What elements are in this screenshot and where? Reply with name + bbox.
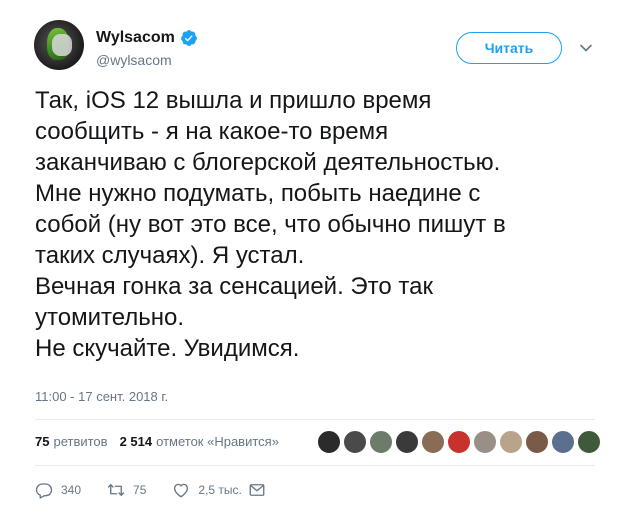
liker-avatars <box>317 430 603 454</box>
liker-avatar[interactable] <box>369 430 393 454</box>
liker-avatar[interactable] <box>395 430 419 454</box>
liker-avatar[interactable] <box>447 430 471 454</box>
reply-count: 340 <box>61 483 82 497</box>
retweet-button[interactable]: 75 <box>107 481 146 499</box>
retweets-stat[interactable]: 75 ретвитов <box>35 434 108 449</box>
liker-avatar[interactable] <box>499 430 523 454</box>
likes-label: отметок «Нравится» <box>156 434 279 449</box>
envelope-icon <box>249 484 265 496</box>
retweet-count: 75 <box>133 483 147 497</box>
reply-icon <box>35 483 53 499</box>
liker-avatar[interactable] <box>551 430 575 454</box>
retweets-count: 75 <box>35 434 50 449</box>
liker-avatar[interactable] <box>421 430 445 454</box>
tweet-actions: 340 75 2,5 тыс. <box>35 481 274 499</box>
like-button[interactable]: 2,5 тыс. <box>172 481 242 499</box>
tweet-text: Так, iOS 12 вышла и пришло время сообщит… <box>35 87 506 362</box>
author-name-row[interactable]: Wylsacom <box>96 29 198 47</box>
author-display-name[interactable]: Wylsacom <box>96 29 175 47</box>
liker-avatar[interactable] <box>317 430 341 454</box>
verified-badge-icon <box>180 30 197 46</box>
divider <box>35 419 595 420</box>
likes-stat[interactable]: 2 514 отметок «Нравится» <box>120 434 279 449</box>
avatar-hand <box>52 34 72 56</box>
reply-button[interactable]: 340 <box>35 481 81 499</box>
retweets-label: ретвитов <box>53 434 108 449</box>
tweet-stats: 75 ретвитов 2 514 отметок «Нравится» <box>35 434 291 449</box>
author-avatar[interactable] <box>34 20 84 70</box>
liker-avatar[interactable] <box>525 430 549 454</box>
direct-message-button[interactable] <box>248 481 274 499</box>
chevron-down-icon[interactable] <box>578 40 594 56</box>
retweet-icon <box>107 484 125 496</box>
likes-count: 2 514 <box>119 434 153 449</box>
like-count: 2,5 тыс. <box>198 483 242 497</box>
heart-icon <box>174 483 189 498</box>
liker-avatar[interactable] <box>473 430 497 454</box>
divider <box>35 465 595 466</box>
liker-avatar[interactable] <box>577 430 601 454</box>
tweet-timestamp[interactable]: 11:00 - 17 сент. 2018 г. <box>35 389 168 404</box>
liker-avatar[interactable] <box>343 430 367 454</box>
author-handle[interactable]: @wylsacom <box>96 52 172 68</box>
follow-button[interactable]: Читать <box>456 32 562 64</box>
